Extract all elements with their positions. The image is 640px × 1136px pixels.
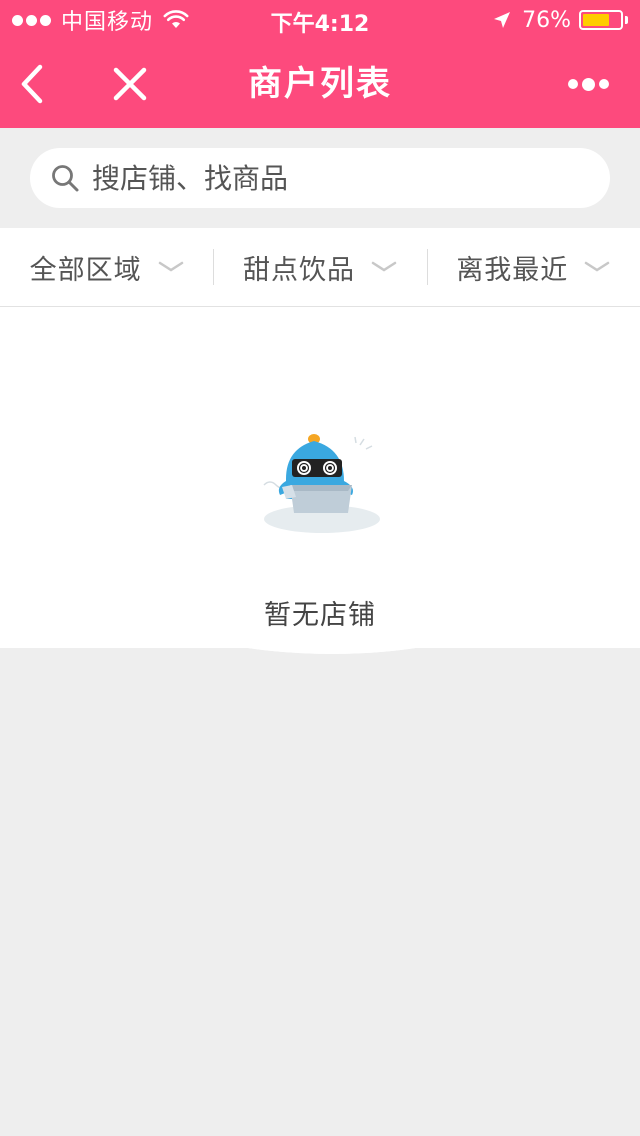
more-button[interactable] [568,70,616,98]
search-input[interactable] [90,160,574,196]
search-area [0,128,640,228]
search-icon [52,165,79,192]
filter-bar: 全部区域 甜点饮品 离我最近 [0,228,640,307]
page-title: 商户列表 [248,64,392,104]
filter-label: 甜点饮品 [242,254,355,286]
chevron-down-icon [371,261,397,272]
search-box[interactable] [30,148,610,208]
nav-bar: 商户列表 [0,40,640,128]
empty-message: 暂无店铺 [264,600,376,631]
filter-area-dropdown[interactable]: 全部区域 [0,228,213,306]
battery-fill [583,14,610,26]
filter-category-dropdown[interactable]: 甜点饮品 [213,228,426,306]
empty-box-mascot-icon [263,434,380,533]
empty-state: 暂无店铺 [0,307,640,648]
status-bar: 中国移动 下午4:12 76% [0,0,640,654]
battery-icon [579,10,623,30]
filter-label: 全部区域 [29,254,142,286]
chevron-down-icon [585,261,610,272]
chevron-down-icon [158,261,183,272]
location-arrow-icon [494,12,511,28]
battery-percent: 76% [522,7,571,33]
battery-tip [625,16,628,24]
more-icon [568,79,578,89]
filter-sort-dropdown[interactable]: 离我最近 [426,228,640,306]
filter-label: 离我最近 [456,254,569,286]
status-right: 76% [492,6,628,34]
